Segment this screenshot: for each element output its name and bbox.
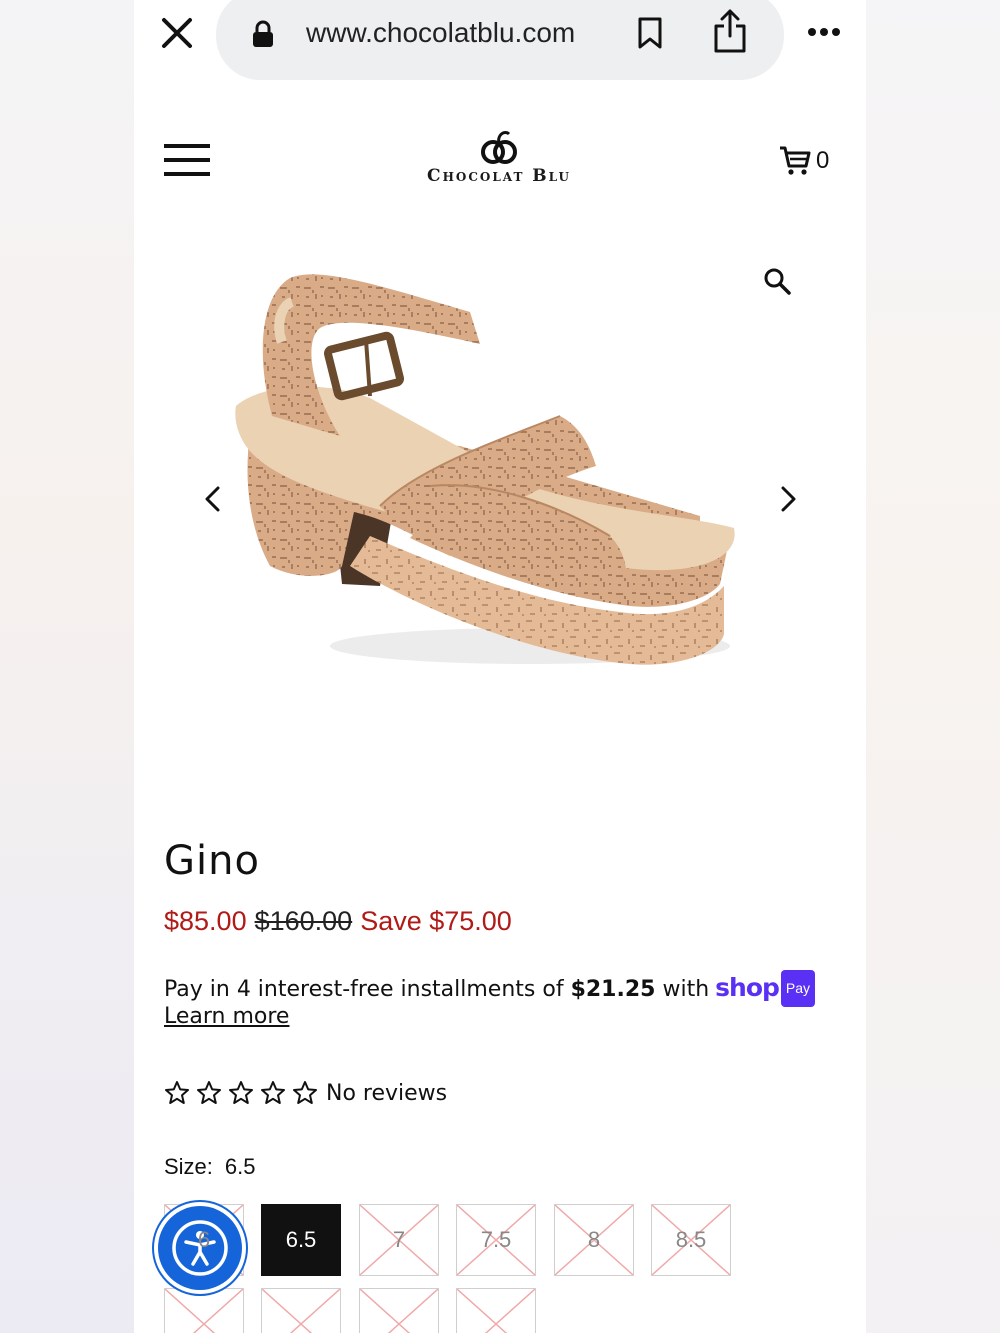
size-label: Size: 6.5 bbox=[164, 1154, 256, 1180]
rating[interactable]: No reviews bbox=[164, 1080, 447, 1106]
star-icon bbox=[165, 1081, 189, 1104]
price-row: $85.00 $160.00 Save $75.00 bbox=[164, 906, 512, 937]
learn-more-link[interactable]: Learn more bbox=[164, 1004, 289, 1029]
background-blur-right bbox=[866, 0, 1000, 1333]
close-icon[interactable] bbox=[158, 14, 196, 52]
logo-text: Chocolat Blu bbox=[427, 166, 571, 186]
star-icon bbox=[261, 1081, 285, 1104]
installments-prefix: Pay in 4 interest-free installments of bbox=[164, 977, 571, 1002]
zoom-icon[interactable] bbox=[762, 266, 792, 296]
selected-size: 6.5 bbox=[224, 1154, 256, 1179]
installments-suffix: with bbox=[655, 977, 710, 1002]
size-label-text: Size: bbox=[164, 1154, 213, 1179]
bookmark-icon[interactable] bbox=[636, 16, 664, 50]
shop-pay-logo[interactable]: shop bbox=[715, 973, 780, 1002]
more-options-icon[interactable] bbox=[806, 26, 842, 38]
size-option-8-5[interactable]: 8.5 bbox=[651, 1204, 731, 1276]
product-title: Gino bbox=[164, 838, 260, 884]
size-option-6-5[interactable]: 6.5 bbox=[261, 1204, 341, 1276]
reviews-count: No reviews bbox=[326, 1080, 448, 1106]
chevron-right-icon[interactable] bbox=[775, 484, 801, 514]
site-logo[interactable]: Chocolat Blu bbox=[424, 128, 574, 192]
shop-pay-badge: Pay bbox=[780, 970, 816, 1007]
sale-price: $85.00 bbox=[164, 906, 247, 936]
cart-button[interactable]: 0 bbox=[778, 144, 829, 178]
star-icon bbox=[229, 1081, 253, 1104]
size-option-unavailable[interactable] bbox=[456, 1288, 536, 1333]
product-image bbox=[235, 274, 735, 665]
product-page: www.chocolatblu.com Chocolat Blu 0 Gino … bbox=[134, 0, 866, 1333]
star-icon bbox=[293, 1081, 317, 1104]
size-option-7-5[interactable]: 7.5 bbox=[456, 1204, 536, 1276]
hamburger-menu-icon[interactable] bbox=[164, 142, 212, 178]
cart-icon bbox=[780, 146, 811, 175]
size-option-unavailable[interactable] bbox=[164, 1288, 244, 1333]
installment-amount: $21.25 bbox=[570, 977, 656, 1002]
url-text: www.chocolatblu.com bbox=[306, 17, 576, 48]
star-icon bbox=[197, 1081, 221, 1104]
size-option-8[interactable]: 8 bbox=[554, 1204, 634, 1276]
size-option-unavailable[interactable] bbox=[261, 1288, 341, 1333]
installments-text: Pay in 4 interest-free installments of $… bbox=[164, 970, 844, 1007]
chevron-left-icon[interactable] bbox=[200, 484, 226, 514]
background-blur-left bbox=[0, 0, 134, 1333]
cart-count: 0 bbox=[816, 147, 830, 174]
size-option-7[interactable]: 7 bbox=[359, 1204, 439, 1276]
lock-icon bbox=[253, 20, 273, 47]
savings-text: Save $75.00 bbox=[360, 906, 512, 936]
logo-mark-icon bbox=[481, 130, 517, 164]
size-option-unavailable[interactable] bbox=[359, 1288, 439, 1333]
share-icon[interactable] bbox=[712, 8, 748, 54]
compare-price: $160.00 bbox=[254, 906, 353, 936]
address-bar[interactable]: www.chocolatblu.com bbox=[216, 0, 784, 80]
